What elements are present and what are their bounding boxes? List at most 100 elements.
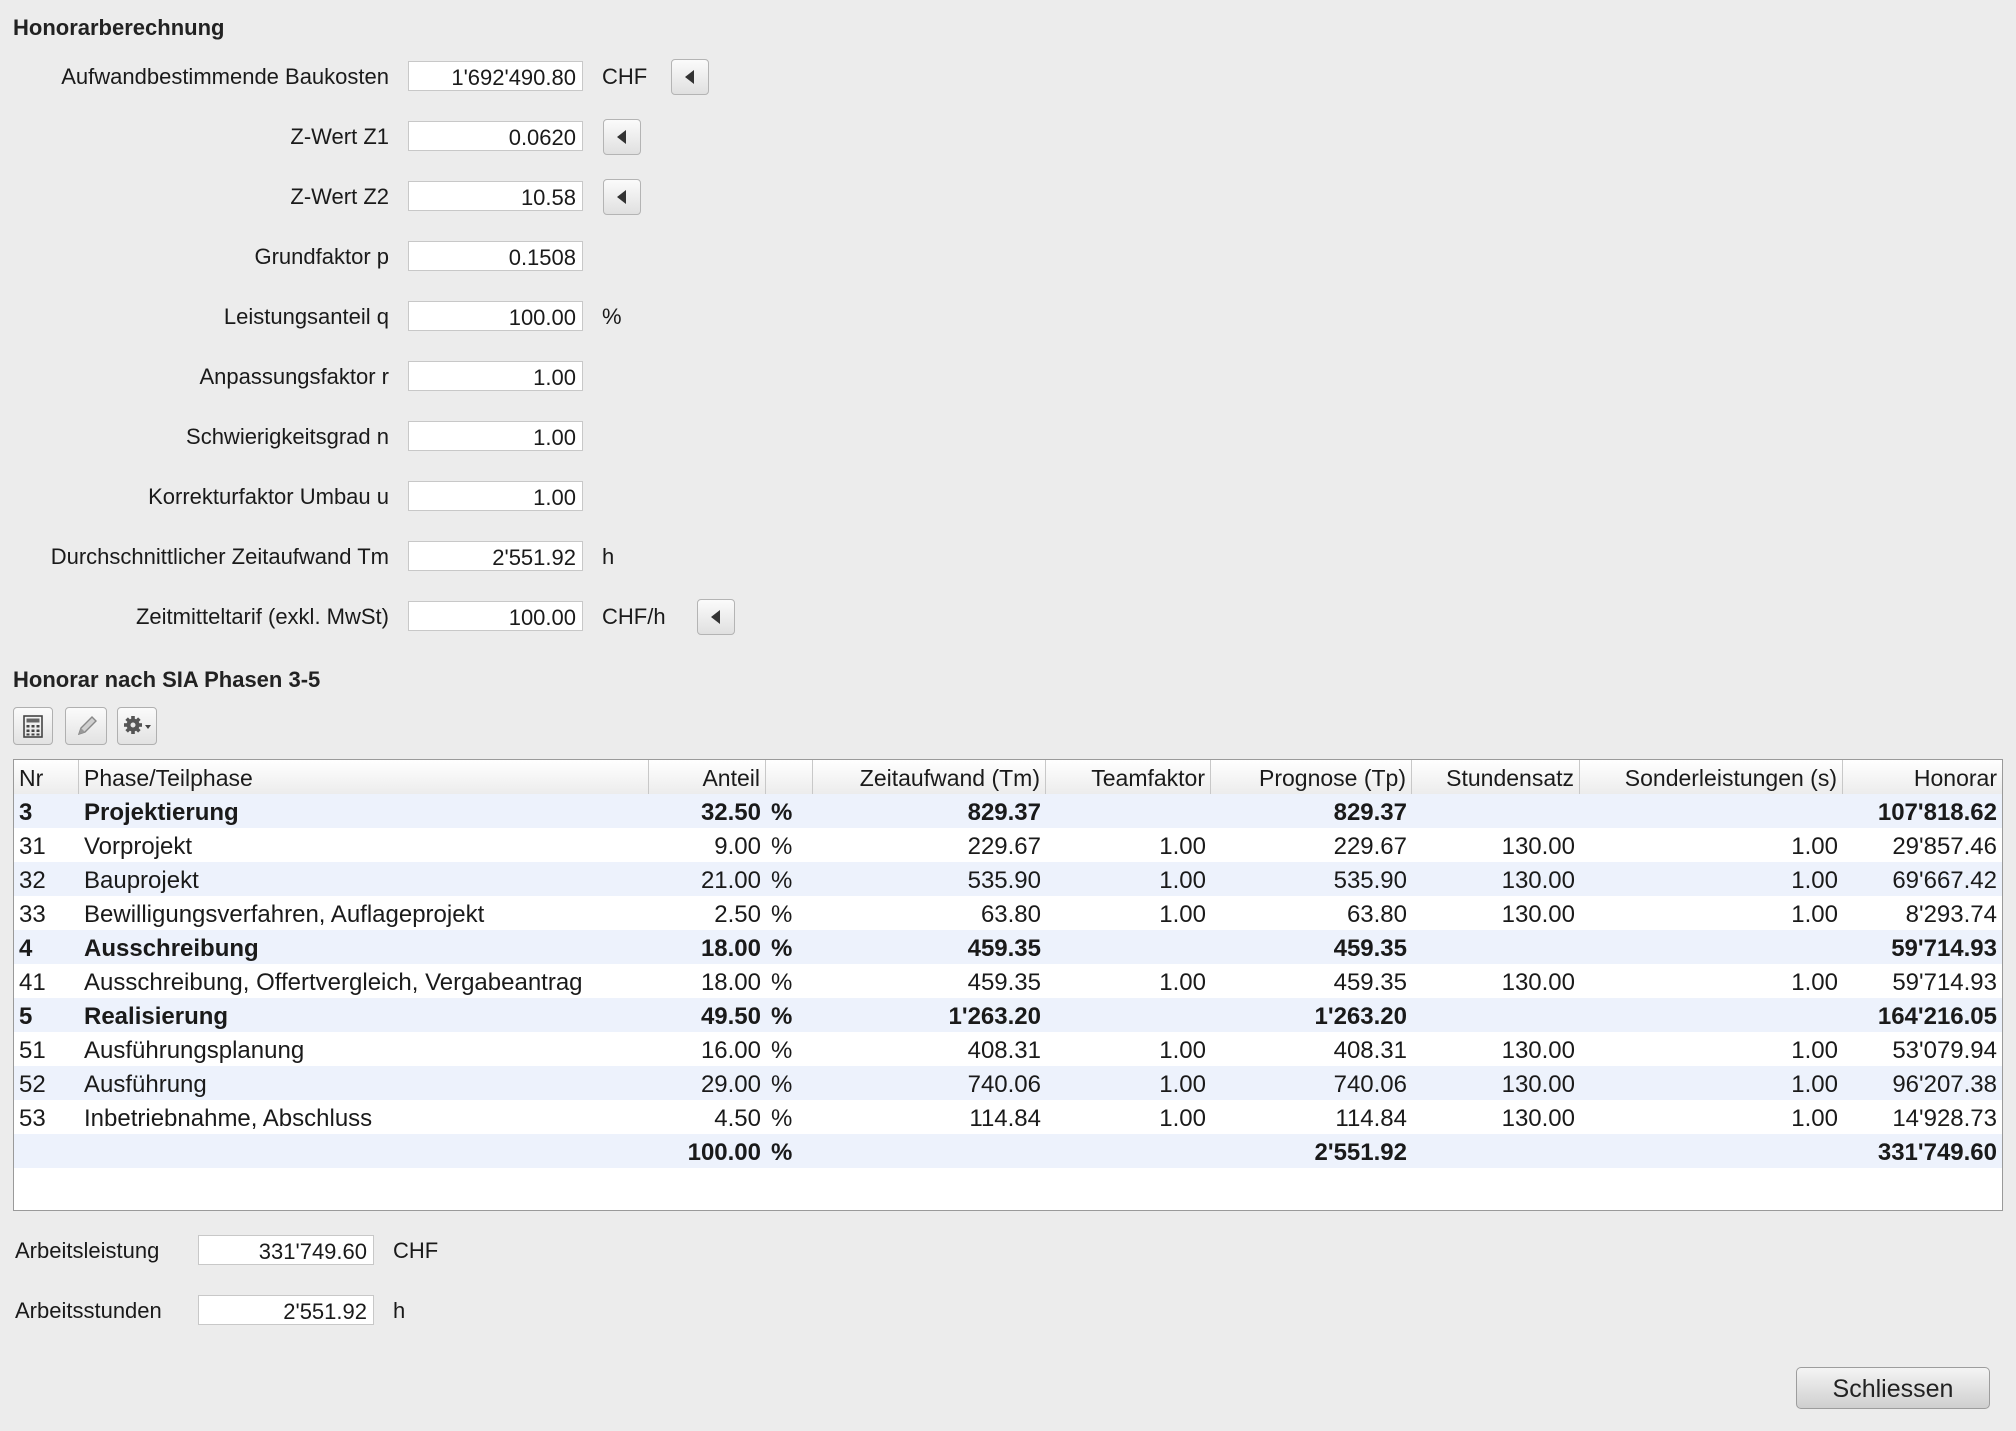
settings-menu-button[interactable] [117,707,157,745]
baukosten-arrow-button[interactable] [671,59,709,95]
cell-stundensatz: 130.00 [1501,901,1575,928]
z2-field[interactable]: 10.58 [408,181,583,211]
cell-teamfaktor: 1.00 [1159,1037,1206,1064]
table-row[interactable]: 51 Ausführungsplanung 16.00% 408.31 1.00 408.… [14,1032,2002,1066]
cell-zeitaufwand [813,1134,1046,1168]
col-sonderleistungen[interactable]: Sonderleistungen (s) [1580,760,1843,794]
cell-teamfaktor: 1.00 [1159,969,1206,996]
cell-phase: Ausführungsplanung [84,1037,305,1064]
col-anteil[interactable]: Anteil [649,760,766,794]
col-phase[interactable]: Phase/Teilphase [79,760,649,794]
cell-stundensatz: 130.00 [1501,1071,1575,1098]
cell-phase: Projektierung [84,799,239,826]
r-field[interactable]: 1.00 [408,361,583,391]
z1-field[interactable]: 0.0620 [408,121,583,151]
cell-zeitaufwand: 459.35 [967,935,1041,962]
col-stundensatz[interactable]: Stundensatz [1412,760,1580,794]
cell-unit: % [771,1139,793,1166]
n-label: Schwierigkeitsgrad n [186,424,389,449]
cell-anteil: 49.50 [700,1003,761,1030]
cell-anteil: 21.00 [700,867,761,894]
table-row[interactable]: 52 Ausführung 29.00% 740.06 1.00 740.06 130.00… [14,1066,2002,1100]
cell-unit: % [771,1003,793,1030]
table-row[interactable]: 4 Ausschreibung 18.00% 459.35 459.35 59'714.9… [14,930,2002,964]
cell-phase: Bewilligungsverfahren, Auflageprojekt [84,901,485,928]
table-header: Nr Phase/Teilphase Anteil Zeitaufwand (T… [14,760,2002,795]
cell-phase [79,1134,649,1168]
cell-nr [14,1134,79,1168]
cell-anteil: 100.00 [687,1139,761,1166]
calculator-button[interactable] [13,707,53,745]
cell-stundensatz: 130.00 [1501,867,1575,894]
arbeitsleistung-field: 331'749.60 [198,1235,374,1265]
col-teamfaktor[interactable]: Teamfaktor [1046,760,1211,794]
tarif-field[interactable]: 100.00 [408,601,583,631]
edit-button[interactable] [65,707,107,745]
table-row[interactable]: 3 Projektierung 32.50% 829.37 829.37 107'818.… [14,794,2002,828]
cell-prognose: 229.67 [1333,833,1407,860]
cell-prognose: 63.80 [1346,901,1407,928]
table-row[interactable]: 31 Vorprojekt 9.00% 229.67 1.00 229.67 130.00 1… [14,828,2002,862]
cell-nr: 32 [19,867,46,894]
cell-nr: 41 [19,969,46,996]
arbeitsstunden-field: 2'551.92 [198,1295,374,1325]
table-row[interactable]: 32 Bauprojekt 21.00% 535.90 1.00 535.90 130.00… [14,862,2002,896]
cell-anteil: 32.50 [700,799,761,826]
q-field[interactable]: 100.00 [408,301,583,331]
z1-label: Z-Wert Z1 [290,124,389,149]
cell-zeitaufwand: 63.80 [980,901,1041,928]
cell-zeitaufwand: 408.31 [967,1037,1041,1064]
cell-unit: % [771,935,793,962]
cell-honorar: 53'079.94 [1892,1037,1997,1064]
table-row[interactable]: 33 Bewilligungsverfahren, Auflageprojekt 2… [14,896,2002,930]
calculator-icon [23,715,43,738]
cell-prognose: 459.35 [1333,935,1407,962]
arrow-left-icon [711,610,720,624]
cell-prognose: 114.84 [1335,1105,1407,1132]
cell-prognose: 408.31 [1333,1037,1407,1064]
cell-stundensatz: 130.00 [1501,833,1575,860]
cell-nr: 53 [19,1105,46,1132]
cell-phase: Realisierung [84,1003,229,1030]
p-field[interactable]: 0.1508 [408,241,583,271]
cell-sonderleistungen: 1.00 [1791,867,1838,894]
cell-sonderleistungen: 1.00 [1791,1037,1838,1064]
cell-teamfaktor: 1.00 [1159,833,1206,860]
phases-table[interactable]: Nr Phase/Teilphase Anteil Zeitaufwand (T… [13,759,2003,1211]
cell-unit: % [771,1071,793,1098]
col-honorar[interactable]: Honorar [1843,760,2002,794]
u-field[interactable]: 1.00 [408,481,583,511]
baukosten-field[interactable]: 1'692'490.80 [408,61,583,91]
tarif-arrow-button[interactable] [697,599,735,635]
arrow-left-icon [617,190,626,204]
cell-anteil: 29.00 [700,1071,761,1098]
cell-zeitaufwand: 114.84 [969,1105,1041,1132]
cell-zeitaufwand: 1'263.20 [948,1003,1041,1030]
arbeitsstunden-unit: h [393,1298,406,1323]
n-field[interactable]: 1.00 [408,421,583,451]
cell-sonderleistungen [1580,998,1843,1032]
cell-prognose: 1'263.20 [1314,1003,1407,1030]
q-label: Leistungsanteil q [223,304,389,329]
arrow-left-icon [685,70,694,84]
col-prognose[interactable]: Prognose (Tp) [1211,760,1412,794]
cell-anteil: 9.00 [714,833,761,860]
close-button[interactable]: Schliessen [1796,1367,1990,1409]
table-row[interactable]: 100.00% 2'551.92 331'749.60 [14,1134,2002,1168]
z2-arrow-button[interactable] [603,179,641,215]
cell-anteil: 18.00 [700,969,761,996]
table-row[interactable]: 5 Realisierung 49.50% 1'263.20 1'263.20 164'2… [14,998,2002,1032]
col-zeitaufwand[interactable]: Zeitaufwand (Tm) [813,760,1046,794]
cell-sonderleistungen [1580,794,1843,828]
col-unit[interactable] [766,760,813,794]
tarif-unit: CHF/h [602,604,666,629]
z1-arrow-button[interactable] [603,119,641,155]
table-row[interactable]: 41 Ausschreibung, Offertvergleich, Vergab… [14,964,2002,998]
col-nr[interactable]: Nr [14,760,79,794]
table-row[interactable]: 53 Inbetriebnahme, Abschluss 4.50% 114.84 1.… [14,1100,2002,1134]
cell-stundensatz [1412,930,1580,964]
cell-honorar: 59'714.93 [1892,969,1997,996]
cell-teamfaktor [1046,930,1211,964]
cell-stundensatz: 130.00 [1501,1037,1575,1064]
cell-honorar: 8'293.74 [1905,901,1997,928]
